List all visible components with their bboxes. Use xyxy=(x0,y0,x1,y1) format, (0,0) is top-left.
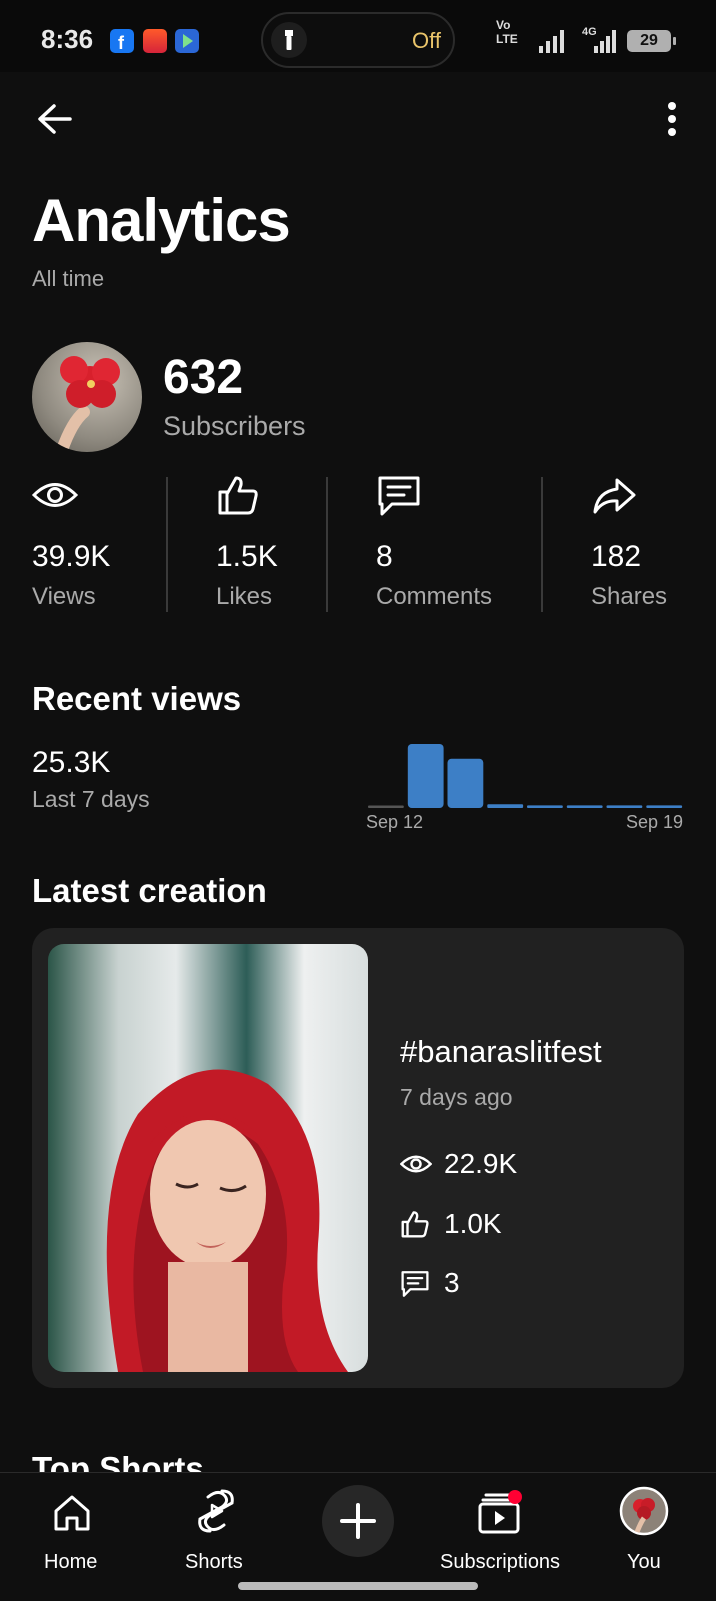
chart-bar-2 xyxy=(447,758,484,808)
recent-views-heading: Recent views xyxy=(32,680,242,717)
stat-views[interactable]: 39.9K Views xyxy=(31,480,110,610)
recent-views-period: Last 7 days xyxy=(32,786,150,812)
nav-label: Home xyxy=(44,1551,98,1573)
volte-label: Vo LTE xyxy=(496,18,518,46)
thumbnail-image xyxy=(106,1069,348,1372)
share-icon xyxy=(593,478,636,514)
svg-text:f: f xyxy=(118,33,125,53)
home-indicator[interactable] xyxy=(238,1582,478,1590)
back-button[interactable] xyxy=(30,96,80,146)
volte-lte: LTE xyxy=(496,32,518,46)
divider xyxy=(326,477,328,612)
chart-tick-start: Sep 12 xyxy=(366,812,424,832)
nav-you[interactable]: You xyxy=(614,1485,674,1585)
stat-comments[interactable]: 8 Comments xyxy=(376,476,492,610)
chart-bar-1 xyxy=(407,744,444,808)
stat-label: Comments xyxy=(376,583,493,610)
video-title[interactable]: #banaraslitfest xyxy=(400,1034,602,1070)
news-app-icon xyxy=(143,29,167,53)
chart-bar-3 xyxy=(487,804,524,808)
chart-bar-4 xyxy=(527,805,563,808)
torch-icon xyxy=(271,22,307,58)
play-app-icon xyxy=(175,29,199,53)
nav-label: You xyxy=(627,1551,661,1573)
subscribers-count: 632 xyxy=(163,351,244,404)
home-icon xyxy=(54,1495,90,1531)
video-age: 7 days ago xyxy=(400,1084,513,1110)
torch-pill[interactable]: Off xyxy=(261,12,455,68)
nav-shorts[interactable]: Shorts xyxy=(174,1485,258,1585)
video-views-value: 22.9K xyxy=(444,1148,518,1179)
video-likes-value: 1.0K xyxy=(444,1208,502,1239)
stat-value: 39.9K xyxy=(32,540,111,573)
stat-shares[interactable]: 182 Shares xyxy=(591,478,667,610)
signal-icon xyxy=(539,30,564,53)
create-button[interactable] xyxy=(322,1485,394,1557)
page-subtitle: All time xyxy=(32,266,105,291)
latest-creation-card[interactable] xyxy=(32,928,684,1388)
stat-label: Shares xyxy=(591,583,668,610)
stat-label: Views xyxy=(32,583,96,610)
signal-4g-icon xyxy=(594,30,616,53)
stat-value: 182 xyxy=(591,540,642,573)
recent-views-value: 25.3K xyxy=(32,746,111,779)
comment-icon xyxy=(378,476,420,516)
status-bar: 8:36 f Off Vo LTE 4G 29 xyxy=(0,0,716,72)
chart-tick-end: Sep 19 xyxy=(626,812,684,832)
torch-status: Off xyxy=(412,28,441,53)
hibiscus-flower-image xyxy=(56,356,120,452)
stat-value: 8 xyxy=(376,540,393,573)
video-thumbnail[interactable] xyxy=(48,944,368,1372)
thumbs-up-icon xyxy=(218,476,258,515)
more-options-button[interactable] xyxy=(652,96,692,146)
eye-icon xyxy=(31,483,79,507)
chart-bar-5 xyxy=(566,805,603,808)
stat-likes[interactable]: 1.5K Likes xyxy=(216,476,278,610)
nav-subscriptions[interactable]: Subscriptions xyxy=(440,1485,560,1585)
battery-indicator: 29 xyxy=(627,30,676,52)
divider xyxy=(166,477,168,612)
nav-home[interactable]: Home xyxy=(30,1485,114,1585)
plus-icon xyxy=(340,1503,376,1539)
nav-label: Shorts xyxy=(185,1551,243,1573)
nav-label: Subscriptions xyxy=(440,1551,561,1573)
latest-creation-heading: Latest creation xyxy=(32,872,267,909)
chart-bar-6 xyxy=(606,805,643,808)
profile-avatar-icon xyxy=(619,1486,669,1536)
channel-avatar[interactable] xyxy=(32,342,142,452)
video-comments-value: 3 xyxy=(444,1267,460,1298)
chart-bar-7 xyxy=(646,805,683,808)
stat-label: Likes xyxy=(216,583,273,610)
divider xyxy=(541,477,543,612)
comment-icon xyxy=(401,1271,429,1297)
arrow-left-icon xyxy=(38,104,72,134)
status-time: 8:36 xyxy=(41,24,94,54)
shorts-icon xyxy=(198,1489,234,1533)
subscriptions-icon xyxy=(478,1490,522,1534)
eye-icon xyxy=(400,1155,432,1173)
volte-vo: Vo xyxy=(496,18,511,32)
stat-value: 1.5K xyxy=(216,540,278,573)
subscribers-label: Subscribers xyxy=(163,411,306,441)
thumbs-up-icon xyxy=(401,1211,429,1238)
facebook-icon: f xyxy=(110,29,134,53)
page-title: Analytics xyxy=(32,187,291,254)
chart-bar-0 xyxy=(368,805,404,808)
more-vertical-icon xyxy=(668,102,676,136)
